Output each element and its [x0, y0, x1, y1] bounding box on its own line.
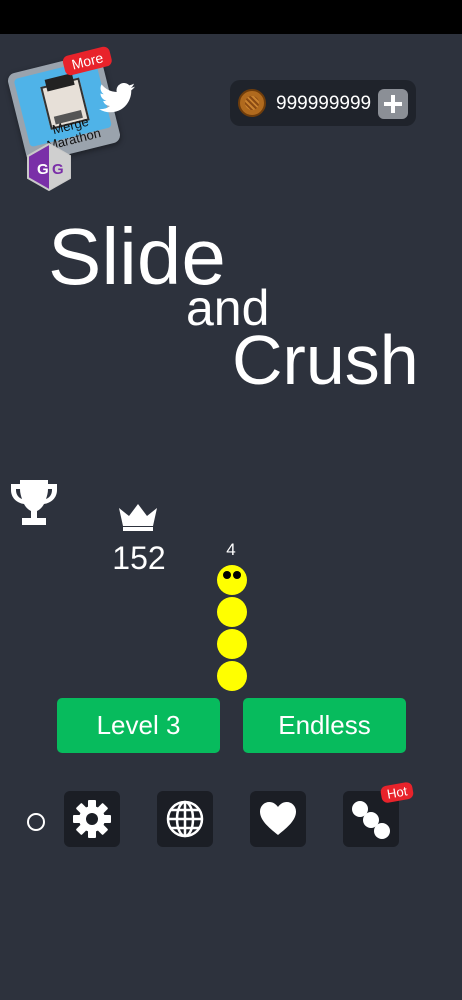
- settings-button[interactable]: [64, 791, 120, 847]
- title-crush: Crush: [232, 321, 419, 399]
- svg-text:G: G: [52, 161, 64, 178]
- snake-segment: [217, 629, 247, 659]
- snake-head: [217, 565, 247, 595]
- add-coins-button[interactable]: [378, 89, 408, 119]
- gear-icon: [73, 800, 111, 838]
- best-score: 152: [112, 540, 166, 576]
- toggle-radio[interactable]: [27, 813, 45, 831]
- hot-badge: Hot: [379, 781, 415, 804]
- coin-amount: 999999999: [276, 93, 372, 114]
- status-bar: [0, 0, 462, 34]
- dots-icon: [352, 801, 390, 839]
- heart-icon: [260, 802, 296, 835]
- twitter-icon[interactable]: [99, 83, 135, 113]
- language-button[interactable]: [157, 791, 213, 847]
- snake-length: 4: [226, 540, 236, 559]
- snake-eye: [223, 571, 231, 579]
- level-button[interactable]: Level 3: [57, 698, 220, 753]
- gameguardian-icon[interactable]: G G: [26, 142, 72, 192]
- trophy-icon[interactable]: [8, 477, 60, 529]
- coin-icon: [238, 89, 266, 117]
- favorite-button[interactable]: [250, 791, 306, 847]
- globe-icon: [166, 800, 204, 838]
- snake-eye: [233, 571, 241, 579]
- endless-button[interactable]: Endless: [243, 698, 406, 753]
- snake-segment: [217, 597, 247, 627]
- crown-icon: [119, 504, 157, 531]
- snake-segment: [217, 661, 247, 691]
- coin-counter: 999999999: [230, 80, 416, 126]
- svg-text:G: G: [37, 161, 49, 178]
